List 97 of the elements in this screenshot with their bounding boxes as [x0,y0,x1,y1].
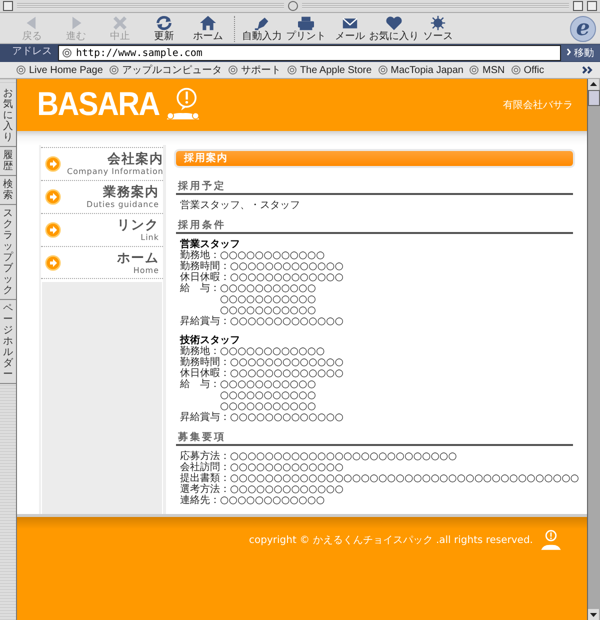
company-name: 有限会社バサラ [503,98,573,112]
chevron-icon [567,48,571,56]
scroll-thumb[interactable] [588,90,600,106]
toolbar-button[interactable]: お気に入り [372,15,416,42]
zoom-box-icon[interactable] [573,1,583,11]
field-value: ○○○○○○○○○○○○ [220,495,325,506]
field-label: 提出書類： [180,473,230,484]
section-heading: 採用条件 [176,219,573,234]
favorite-link[interactable]: MacTopia Japan [378,64,464,76]
arrow-circle-icon [45,156,61,172]
field-value: ○○○○○○○○○○○ [220,390,316,401]
favorite-link[interactable]: Offic [510,64,544,76]
field-label: 応募方法： [180,451,230,462]
scroll-up-icon[interactable] [588,79,599,90]
field-value: ○○○○○○○○○○○ [220,379,316,390]
home-icon [199,15,217,31]
field-label: 勤務時間： [180,357,230,368]
window-badge-icon [288,1,298,11]
go-button[interactable]: 移動 [561,45,600,61]
group-title: 技術スタッフ [180,335,241,346]
page-icon [108,65,119,75]
section-heading: 採用予定 [176,180,573,195]
field-label: 休日休暇： [180,368,230,379]
page-icon [469,65,480,75]
side-tab[interactable]: 検索 [0,176,16,205]
field-value: ○○○○○○○○○○○ [220,401,316,412]
address-field[interactable]: http://www.sample.com [58,45,561,61]
field-value: ○○○○○○○○○○○○ [220,346,325,357]
scrollbar[interactable] [587,79,600,620]
field-value: ○○○○○○○○○○○○○○○○○○○○○○○○○○○○○○○○○○○○○○○○ [230,473,580,484]
field-label: 給 与： [180,379,220,392]
field-value: ○○○○○○○○○○○○○ [230,357,344,368]
printer-icon [297,15,315,31]
field-label: 昇給賞与： [180,412,230,423]
favorite-link[interactable]: The Apple Store [286,64,372,76]
arrow-circle-icon [45,189,61,205]
collapse-box-icon[interactable] [587,1,597,11]
arrow-circle-icon [45,254,61,270]
field-value: ○○○○○○○○○○○○○ [230,272,344,283]
toolbar-button[interactable]: 更新 [142,15,186,42]
close-box-icon[interactable] [3,1,13,11]
field-value: ○○○○○○○○○○○ [220,294,316,305]
section-title-bar: 採用案内 [176,151,573,166]
page-icon [510,65,521,75]
favorite-link[interactable]: サポート [228,63,281,77]
field-label: 選考方法： [180,484,230,495]
field-value: ○○○○○○○○○○○○ [220,250,325,261]
field-label: 会社訪問： [180,462,230,473]
field-value: ○○○○○○○○○○○○○ [230,368,344,379]
field-value: ○○○○○○○○○○○○○ [230,261,344,272]
toolbar-button[interactable]: プリント [284,15,328,42]
field-label: 連絡先： [180,495,220,506]
field-value: ○○○○○○○○○○○○○ [230,316,344,327]
address-label: アドレス [11,45,53,59]
field-label: 休日休暇： [180,272,230,283]
field-label: 昇給賞与： [180,316,230,327]
field-value: ○○○○○○○○○○○○○ [230,412,344,423]
site-logo: BASARA [37,86,160,124]
nav-link[interactable]: ホーム Home [41,246,163,279]
favorite-link[interactable]: アップルコンピュータ [108,63,222,77]
field-value: ○○○○○○○○○○○ [220,283,316,294]
field-value: 営業スタッフ、・スタッフ [180,200,300,211]
refresh-icon [155,15,173,31]
browser-logo: e [570,16,596,42]
mail-icon [341,15,359,31]
toolbar-button[interactable]: 自動入力 [240,15,284,42]
field-value: ○○○○○○○○○○○ [220,305,316,316]
side-tab[interactable]: お気に入り [0,85,16,147]
more-chevron-icon[interactable] [582,66,594,74]
pen-icon [253,15,271,31]
sun-icon [429,15,447,31]
page-icon [378,65,388,75]
field-label: 勤務時間： [180,261,230,272]
field-label: 勤務地： [180,346,220,357]
field-value: ○○○○○○○○○○○○○ [230,484,344,495]
side-tab[interactable]: スクラップブック [0,205,16,300]
field-value: ○○○○○○○○○○○○○○○○○○○○○○○○○○ [230,451,457,462]
page-icon [16,65,26,75]
group-title: 営業スタッフ [180,239,241,250]
field-label: 勤務地： [180,250,220,261]
toolbar-button[interactable]: ソース [416,15,460,42]
page-icon [228,65,238,75]
section-heading: 募集要項 [176,431,573,446]
field-value: ○○○○○○○○○○○○○ [230,462,344,473]
scroll-down-icon[interactable] [588,609,599,620]
arrow-circle-icon [45,222,61,238]
favorite-link[interactable]: MSN [469,64,505,76]
side-tab[interactable]: ページホルダー [0,300,16,384]
page-icon [286,65,297,75]
toolbar-button[interactable]: ホーム [186,15,230,42]
page-icon [62,48,72,58]
copyright-text: copyright © かえるくんチョイスパック .all rights reserved. [249,534,533,547]
side-tab[interactable]: 履歴 [0,147,16,176]
heart-icon [385,15,403,31]
field-label: 給 与： [180,283,220,296]
mascot-icon [539,529,563,551]
favorite-link[interactable]: Live Home Page [16,64,103,76]
